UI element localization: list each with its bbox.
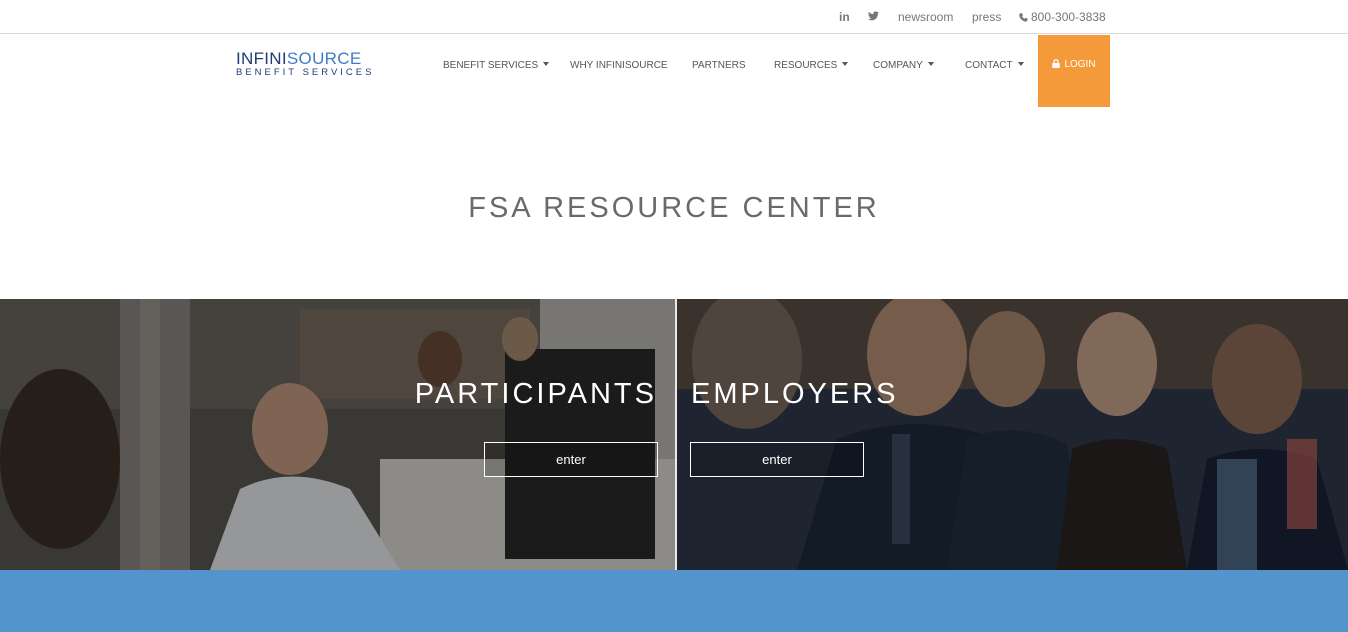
employers-heading: EMPLOYERS	[691, 378, 899, 410]
audience-selector: PARTICIPANTS enter EMPLOYERS enter	[0, 299, 1348, 570]
nav-benefit-services[interactable]: BENEFIT SERVICES	[443, 60, 550, 71]
phone-link[interactable]: 800-300-3838	[1019, 10, 1106, 24]
login-button[interactable]: LOGIN	[1038, 35, 1110, 107]
page-title: FSA RESOURCE CENTER	[468, 192, 880, 224]
linkedin-icon[interactable]: in	[839, 10, 850, 24]
logo-tagline: BENEFIT SERVICES	[236, 67, 375, 78]
nav-partners[interactable]: PARTNERS	[692, 60, 746, 71]
panel-overlay	[677, 299, 1348, 570]
nav-why-infinisource[interactable]: WHY INFINISOURCE	[570, 60, 668, 71]
panel-overlay	[0, 299, 675, 570]
caret-down-icon	[543, 62, 550, 66]
main-navbar: INFINISOURCE BENEFIT SERVICES BENEFIT SE…	[0, 35, 1348, 107]
phone-icon	[1019, 11, 1028, 22]
caret-down-icon	[1017, 62, 1024, 66]
nav-company[interactable]: COMPANY	[873, 60, 934, 71]
phone-number: 800-300-3838	[1031, 10, 1106, 24]
blue-footer-band	[0, 570, 1348, 632]
participants-panel[interactable]: PARTICIPANTS enter	[0, 299, 675, 570]
caret-down-icon	[927, 62, 934, 66]
top-utility-bar: in newsroom press 800-300-3838	[0, 0, 1348, 34]
logo-wordmark: INFINISOURCE	[236, 49, 362, 68]
participants-heading: PARTICIPANTS	[414, 378, 657, 410]
lock-icon	[1052, 59, 1061, 68]
participants-enter-button[interactable]: enter	[484, 442, 658, 477]
twitter-icon[interactable]	[868, 10, 879, 24]
caret-down-icon	[842, 62, 849, 66]
newsroom-link[interactable]: newsroom	[898, 10, 953, 24]
infinisource-logo[interactable]: INFINISOURCE BENEFIT SERVICES	[236, 50, 382, 80]
nav-resources[interactable]: RESOURCES	[774, 60, 849, 71]
login-label: LOGIN	[1064, 59, 1096, 70]
employers-panel[interactable]: EMPLOYERS enter	[677, 299, 1348, 570]
nav-contact[interactable]: CONTACT	[965, 60, 1024, 71]
press-link[interactable]: press	[972, 10, 1001, 24]
employers-enter-button[interactable]: enter	[690, 442, 864, 477]
